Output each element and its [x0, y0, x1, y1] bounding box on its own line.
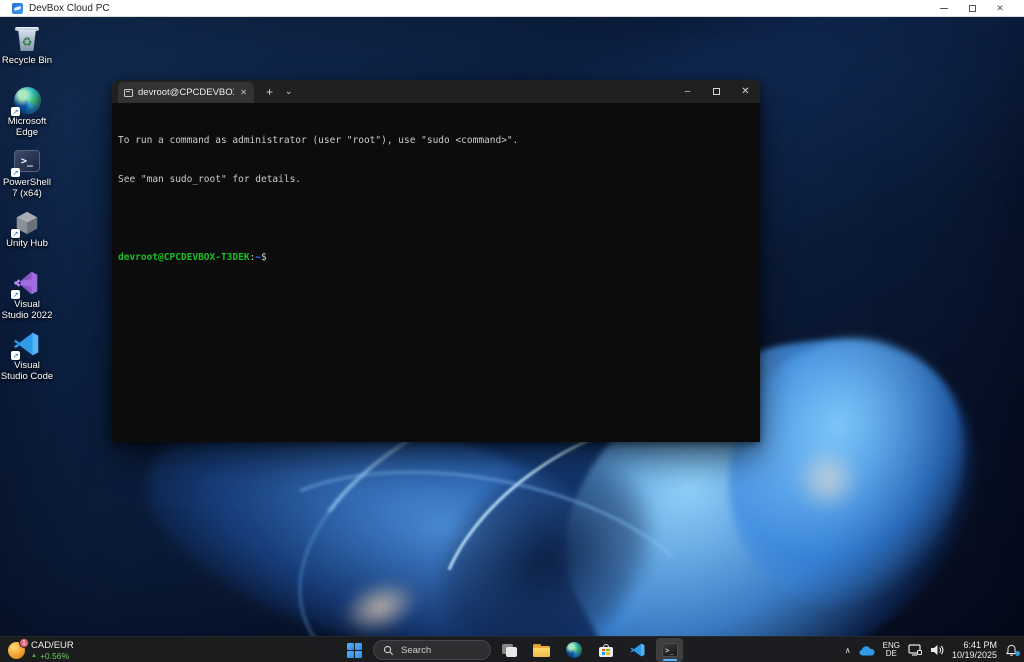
terminal-tab-icon	[124, 89, 133, 97]
desktop-icon-label: Visual Studio Code	[0, 361, 54, 382]
terminal-minimize-button[interactable]: –	[673, 80, 702, 103]
search-icon	[383, 645, 394, 656]
language-indicator[interactable]: ENG DE	[883, 642, 900, 659]
shortcut-arrow-icon: ↗	[11, 290, 20, 299]
file-explorer-icon	[533, 644, 550, 657]
onedrive-icon[interactable]	[859, 645, 875, 656]
start-button[interactable]	[341, 638, 368, 662]
network-icon[interactable]	[908, 644, 922, 656]
connection-bar: DevBox Cloud PC ✕	[0, 0, 1024, 17]
prompt-symbol: $	[261, 252, 267, 263]
edge-icon	[566, 642, 582, 658]
maximize-icon	[713, 88, 720, 95]
terminal-close-button[interactable]: ✕	[731, 80, 760, 103]
minimize-icon	[940, 8, 948, 9]
taskbar-app-task-view[interactable]	[496, 638, 523, 662]
language-line2: DE	[886, 650, 897, 659]
widgets-button[interactable]: 1 CAD/EUR ▲+0.56%	[8, 637, 74, 662]
desktop-icon-powershell-7[interactable]: >_ ↗ PowerShell 7 (x64)	[0, 146, 54, 207]
connection-close-button[interactable]: ✕	[986, 0, 1014, 17]
taskbar-app-file-explorer[interactable]	[528, 638, 555, 662]
screen: DevBox Cloud PC ✕ ♻ Recycle Bin ↗ Micros…	[0, 0, 1024, 662]
task-view-icon	[502, 644, 517, 657]
shortcut-arrow-icon: ↗	[11, 229, 20, 238]
desktop-icon-recycle-bin[interactable]: ♻ Recycle Bin	[0, 24, 54, 85]
vscode-icon	[630, 642, 646, 658]
microsoft-store-icon	[599, 644, 613, 657]
search-box[interactable]: Search	[373, 640, 491, 660]
desktop-icon-label: Microsoft Edge	[0, 117, 54, 138]
prompt-user-host: devroot@CPCDEVBOX-T3DEK	[118, 252, 250, 263]
notification-badge	[1015, 651, 1020, 656]
terminal-output[interactable]: To run a command as administrator (user …	[112, 103, 760, 442]
taskbar-app-microsoft-store[interactable]	[592, 638, 619, 662]
terminal-tab[interactable]: devroot@CPCDEVBOX-T3DEK ✕	[118, 82, 254, 103]
tab-dropdown-button[interactable]: ⌄	[285, 86, 293, 97]
desktop-icon-microsoft-edge[interactable]: ↗ Microsoft Edge	[0, 85, 54, 146]
clock[interactable]: 6:41 PM 10/19/2025	[952, 640, 997, 661]
active-app-indicator	[663, 659, 677, 662]
desktop-icon-visual-studio-code[interactable]: ↗ Visual Studio Code	[0, 329, 54, 390]
search-placeholder: Search	[401, 645, 431, 656]
tab-close-icon[interactable]: ✕	[239, 88, 248, 97]
terminal-line: See "man sudo_root" for details.	[118, 173, 754, 186]
taskbar-app-visual-studio-code[interactable]	[624, 638, 651, 662]
taskbar: 1 CAD/EUR ▲+0.56% Search	[0, 636, 1024, 662]
shortcut-arrow-icon: ↗	[11, 168, 20, 177]
volume-icon[interactable]	[930, 644, 944, 656]
terminal-line: To run a command as administrator (user …	[118, 134, 754, 147]
windows-logo-icon	[347, 643, 362, 658]
terminal-maximize-button[interactable]	[702, 80, 731, 103]
devbox-app-icon	[12, 3, 23, 14]
widget-pair-label: CAD/EUR	[31, 640, 74, 651]
notification-bell-icon[interactable]	[1005, 644, 1018, 657]
desktop-icon-unity-hub[interactable]: ↗ Unity Hub	[0, 207, 54, 268]
connection-maximize-button[interactable]	[958, 0, 986, 17]
terminal-icon: >_	[662, 643, 678, 657]
hidden-icons-chevron[interactable]: ∧	[845, 646, 851, 655]
desktop-icon-label: Recycle Bin	[2, 56, 52, 67]
maximize-icon	[969, 5, 976, 12]
system-tray: ∧ ENG DE	[845, 637, 1018, 662]
terminal-blank-line	[118, 212, 754, 225]
desktop-icon-list: ♻ Recycle Bin ↗ Microsoft Edge >_ ↗ Powe…	[0, 24, 54, 390]
taskbar-app-terminal[interactable]: >_	[656, 638, 683, 662]
widget-change-value: +0.56%	[40, 651, 69, 661]
desktop-icon-label: Visual Studio 2022	[0, 300, 54, 321]
new-tab-button[interactable]: +	[266, 86, 273, 98]
desktop-icon-label: PowerShell 7 (x64)	[0, 178, 54, 199]
up-arrow-icon: ▲	[31, 651, 37, 661]
wallpaper-highlight	[795, 447, 860, 512]
shortcut-arrow-icon: ↗	[11, 107, 20, 116]
terminal-titlebar[interactable]: devroot@CPCDEVBOX-T3DEK ✕ + ⌄ – ✕	[112, 80, 760, 103]
terminal-prompt: devroot@CPCDEVBOX-T3DEK:~$	[118, 251, 754, 264]
clock-time: 6:41 PM	[963, 640, 997, 651]
desktop-icon-visual-studio-2022[interactable]: ↗ Visual Studio 2022	[0, 268, 54, 329]
terminal-window: devroot@CPCDEVBOX-T3DEK ✕ + ⌄ – ✕ To run…	[112, 80, 760, 442]
taskbar-app-microsoft-edge[interactable]	[560, 638, 587, 662]
widget-notification-badge: 1	[19, 638, 29, 648]
widget-finance-icon: 1	[8, 642, 25, 659]
terminal-tab-title: devroot@CPCDEVBOX-T3DEK	[138, 87, 234, 98]
terminal-window-controls: – ✕	[673, 80, 760, 103]
desktop-icon-label: Unity Hub	[6, 239, 48, 250]
connection-minimize-button[interactable]	[930, 0, 958, 17]
clock-date: 10/19/2025	[952, 650, 997, 661]
connection-title: DevBox Cloud PC	[29, 3, 110, 14]
taskbar-center: Search >_	[341, 637, 683, 662]
recycle-bin-icon: ♻	[15, 26, 39, 52]
shortcut-arrow-icon: ↗	[11, 351, 20, 360]
